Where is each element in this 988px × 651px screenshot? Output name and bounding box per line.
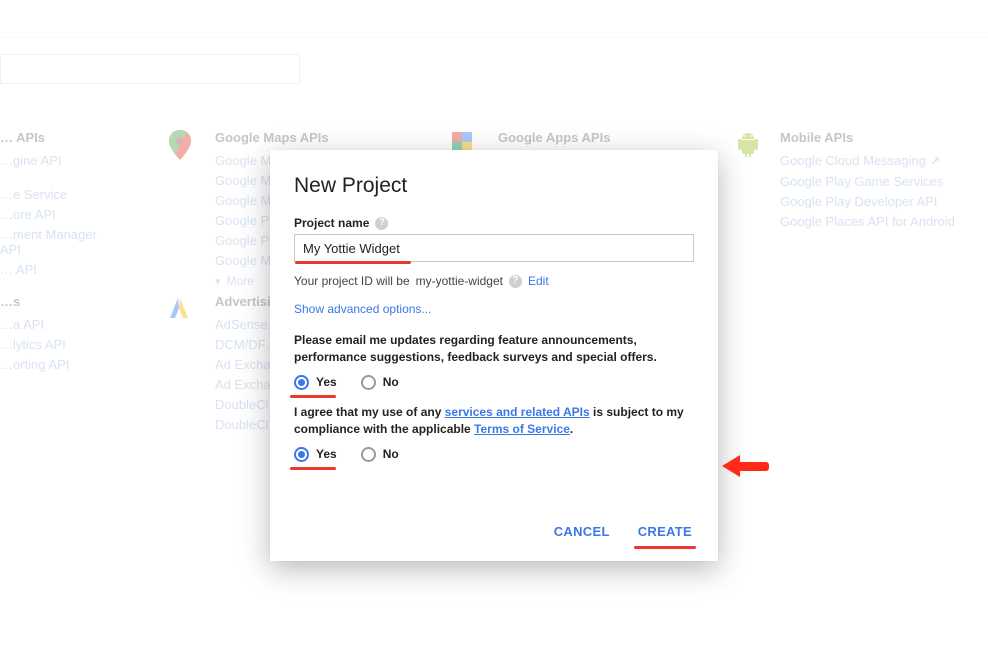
radio-icon (361, 447, 376, 462)
annotation-underline (290, 395, 336, 398)
terms-of-service-link[interactable]: Terms of Service (474, 422, 570, 436)
radio-icon (361, 375, 376, 390)
create-button[interactable]: CREATE (636, 520, 694, 543)
radio-label: No (383, 375, 399, 389)
project-id-row: Your project ID will be my-yottie-widget… (294, 274, 694, 288)
new-project-modal: New Project Project name ? Your project … (270, 150, 718, 561)
tos-radio-group: Yes No (294, 447, 694, 462)
annotation-arrow-icon (722, 454, 774, 478)
tos-no-radio[interactable]: No (361, 447, 399, 462)
project-name-label: Project name (294, 216, 369, 230)
services-apis-link[interactable]: services and related APIs (445, 405, 590, 419)
radio-label: Yes (316, 375, 337, 389)
help-icon[interactable]: ? (509, 275, 522, 288)
annotation-underline (295, 261, 411, 264)
email-no-radio[interactable]: No (361, 375, 399, 390)
radio-label: Yes (316, 447, 337, 461)
project-name-input[interactable] (294, 234, 694, 262)
project-id-value: my-yottie-widget (416, 274, 503, 288)
email-updates-radio-group: Yes No (294, 375, 694, 390)
help-icon[interactable]: ? (375, 217, 388, 230)
email-yes-radio[interactable]: Yes (294, 375, 337, 390)
email-updates-question: Please email me updates regarding featur… (294, 332, 694, 367)
tos-yes-radio[interactable]: Yes (294, 447, 337, 462)
annotation-underline (290, 467, 336, 470)
radio-icon (294, 375, 309, 390)
modal-actions: CANCEL CREATE (294, 520, 694, 543)
cancel-button[interactable]: CANCEL (552, 520, 612, 543)
tos-text: I agree that my use of any (294, 405, 445, 419)
tos-text: . (570, 422, 573, 436)
edit-project-id-link[interactable]: Edit (528, 274, 549, 288)
tos-consent-text: I agree that my use of any services and … (294, 404, 694, 439)
radio-icon (294, 447, 309, 462)
radio-label: No (383, 447, 399, 461)
project-id-prefix: Your project ID will be (294, 274, 410, 288)
modal-title: New Project (294, 174, 694, 198)
show-advanced-link[interactable]: Show advanced options... (294, 302, 431, 316)
